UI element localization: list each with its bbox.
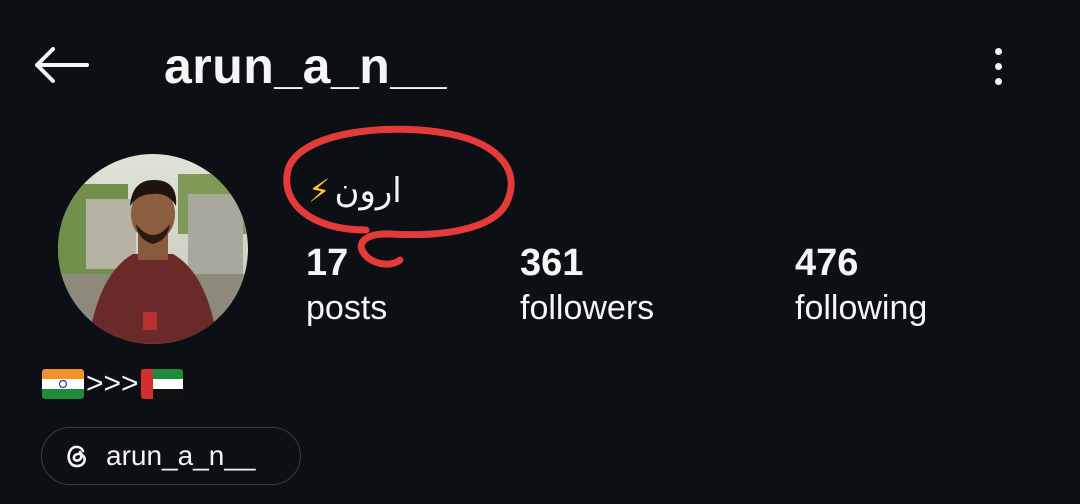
posts-stat[interactable]: 17 posts: [306, 240, 387, 330]
avatar[interactable]: [58, 154, 248, 344]
profile-page: arun_a_n__ ⚡ ارون 17 posts 361 followers…: [0, 0, 1080, 504]
followers-stat[interactable]: 361 followers: [520, 240, 654, 330]
uae-flag-emoji: [140, 369, 183, 399]
display-name: ⚡ ارون: [308, 168, 402, 214]
arrow-left-icon: [35, 47, 89, 83]
more-vertical-icon: [994, 47, 1002, 55]
threads-link-button[interactable]: arun_a_n__: [41, 427, 301, 485]
threads-link-label: arun_a_n__: [106, 440, 256, 471]
india-flag-emoji: [42, 369, 84, 399]
profile-username-title: arun_a_n__: [164, 38, 447, 94]
bio: >>>: [42, 364, 183, 404]
following-label: following: [795, 289, 928, 327]
display-name-text: ارون: [334, 172, 402, 210]
bio-text: >>>: [86, 367, 139, 400]
posts-label: posts: [306, 289, 388, 327]
followers-count: 361: [520, 242, 584, 284]
following-stat[interactable]: 476 following: [795, 240, 927, 330]
lightning-bolt-emoji: ⚡: [308, 173, 331, 209]
profile-photo: [58, 154, 248, 344]
following-count: 476: [795, 242, 859, 284]
more-options-button[interactable]: [972, 38, 1024, 94]
back-button[interactable]: [28, 40, 94, 90]
followers-label: followers: [520, 289, 655, 327]
threads-icon: [67, 445, 86, 468]
posts-count: 17: [306, 242, 349, 284]
